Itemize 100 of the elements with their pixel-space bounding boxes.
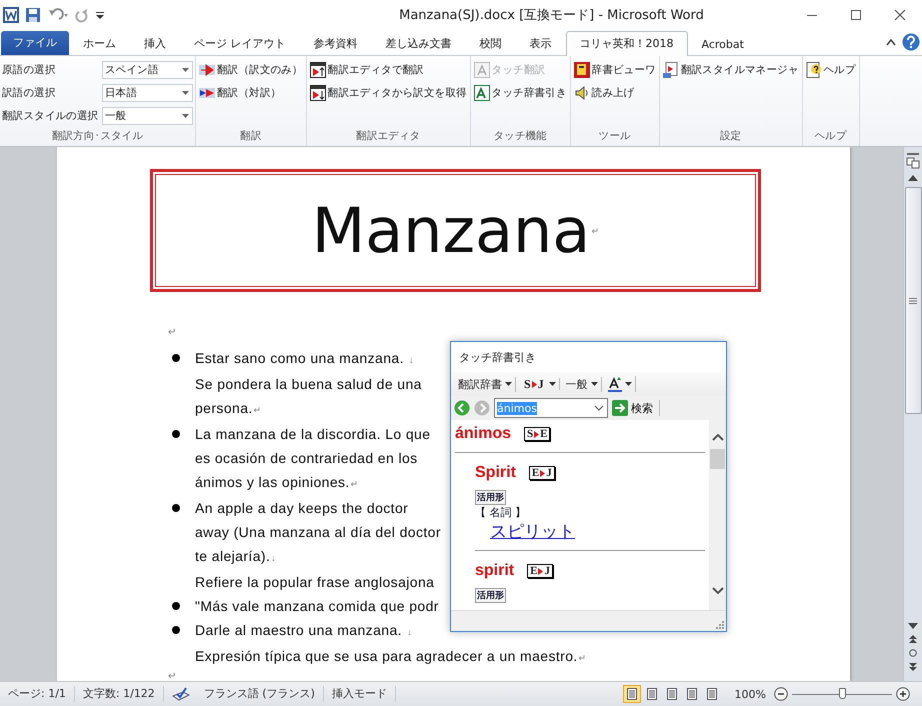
help-icon[interactable] (902, 33, 920, 51)
selector-label: 訳語の選択 (2, 86, 57, 100)
ribbon-tab[interactable]: 挿入 (130, 31, 180, 56)
language-pair-badge: E J (527, 564, 553, 578)
part-of-speech: 【 名詞 】 (475, 505, 527, 520)
dropdown[interactable]: スペイン語 (102, 60, 193, 78)
entry-word: Spirit (475, 464, 516, 482)
ribbon-tab[interactable]: 校閲 (466, 31, 516, 56)
selector-label: 原語の選択 (2, 62, 57, 76)
document-text: Darle al maestro una manzana. ↓ (195, 621, 414, 640)
paragraph-mark: ↵ (168, 326, 177, 340)
ribbon-tab[interactable]: 表示 (516, 31, 566, 56)
split-view-icon[interactable] (906, 153, 920, 169)
previous-page-icon[interactable] (909, 635, 917, 643)
resize-grip-icon[interactable] (715, 620, 724, 629)
zoom-level[interactable]: 100% (734, 688, 766, 700)
inflection-label[interactable]: 活用形 (475, 588, 506, 603)
search-button[interactable]: 検索 (612, 400, 660, 416)
headword: ánimos (455, 425, 512, 443)
document-text: te alejaría).↓ (195, 547, 278, 566)
zoom-slider[interactable] (792, 687, 892, 701)
entry-word: spirit (475, 562, 514, 580)
scroll-down-icon[interactable] (908, 623, 918, 629)
group-label: ヘルプ (814, 129, 848, 144)
font-style-icon (608, 376, 622, 392)
zoom-in-icon[interactable] (896, 687, 910, 701)
document-text: Se pondera la buena salud de una (195, 375, 422, 394)
ribbon-button[interactable]: ヘルプ (804, 59, 857, 80)
dropdown[interactable]: 日本語 (102, 84, 193, 102)
ribbon-tab[interactable]: Acrobat (688, 33, 758, 56)
ribbon-button[interactable]: タッチ辞書引き (472, 82, 568, 103)
maximize-icon[interactable] (850, 9, 862, 21)
next-page-icon[interactable] (909, 663, 917, 671)
triangle-icon (538, 568, 544, 574)
ribbon-tab[interactable]: ホーム (69, 31, 130, 56)
scroll-up-icon[interactable] (712, 434, 724, 441)
window-title: Manzana(SJ).docx [互換モード] - Microsoft Word (398, 7, 705, 24)
word-app-icon (3, 7, 19, 23)
ribbon-tab[interactable]: ページ レイアウト (180, 31, 300, 56)
ribbon-button[interactable]: 翻訳（対訳） (198, 82, 304, 103)
dictionary-menu[interactable]: 翻訳辞書 (455, 376, 516, 392)
close-icon[interactable] (894, 9, 906, 21)
scroll-thumb[interactable] (904, 187, 922, 414)
ribbon-button[interactable]: 読み上げ (572, 82, 657, 103)
text-icon (474, 62, 490, 78)
group-label: 翻訳エディタ (355, 129, 422, 144)
document-text: ánimos y las opiniones.↵ (195, 473, 360, 492)
bullet-icon (172, 430, 180, 438)
scroll-down-icon[interactable] (712, 587, 724, 594)
zoom-out-icon[interactable] (774, 687, 788, 701)
bullet-icon (172, 602, 180, 610)
document-text: "Más vale manzana comida que podr (195, 597, 439, 616)
dropdown-caret-icon (182, 114, 189, 118)
page-count: ページ: 1/1 (0, 686, 75, 702)
help-document-icon (806, 62, 822, 78)
document-title: Manzana (312, 194, 590, 267)
browse-object-icon[interactable] (909, 649, 917, 657)
ribbon-button[interactable]: 辞書ビューワ (572, 59, 657, 80)
dropdown-caret-icon (182, 90, 189, 94)
collapse-ribbon-icon[interactable] (886, 38, 896, 46)
paragraph-mark: ↵ (591, 226, 600, 236)
group-label: 設定 (718, 129, 742, 144)
document-text: Refiere la popular frase anglosajona (195, 573, 436, 592)
proofing-icon[interactable] (172, 687, 190, 701)
direction-menu[interactable]: S J (519, 378, 560, 390)
input-mode[interactable]: 挿入モード (324, 686, 396, 702)
scroll-thumb[interactable] (710, 449, 725, 469)
document-text: La manzana de la discordia. Lo que (195, 425, 430, 444)
word-count: 文字数: 1/122 (74, 686, 164, 702)
dictionary-menu[interactable]: 一般 (562, 376, 602, 392)
bullet-icon (172, 504, 180, 512)
group-label: 翻訳方向･スタイル (50, 129, 144, 144)
bullet-icon (172, 626, 180, 634)
triangle-icon (534, 430, 540, 438)
dropdown-caret-icon (548, 382, 556, 386)
language-pair-badge: S E (524, 427, 550, 441)
popup-title: タッチ辞書引き (451, 342, 726, 372)
save-icon[interactable] (25, 7, 41, 23)
dropdown[interactable]: 一般 (102, 106, 193, 124)
ribbon-button[interactable]: 翻訳スタイルマネージャ (662, 59, 800, 80)
ribbon-tab[interactable]: 差し込み文書 (372, 31, 466, 56)
ribbon-tab[interactable]: コリャ英和！2018 (566, 31, 688, 56)
ribbon-button[interactable]: 翻訳エディタで翻訳 (308, 59, 468, 80)
slider-thumb[interactable] (839, 688, 846, 699)
document-text: Expresión típica que se usa para agradecer a un maestro.↵ (195, 647, 588, 666)
inflection-label[interactable]: 活用形 (475, 490, 506, 505)
ribbon-button[interactable]: 翻訳（訳文のみ） (198, 59, 304, 80)
view-button[interactable] (622, 685, 641, 703)
ribbon-button[interactable]: 翻訳エディタから訳文を取得 (308, 82, 468, 103)
paragraph-mark: ↵ (168, 670, 177, 681)
file-tab[interactable]: ファイル (1, 31, 69, 55)
group-label: タッチ機能 (492, 129, 548, 144)
speaker-icon (574, 84, 590, 100)
undo-icon[interactable] (47, 7, 69, 23)
translation-link[interactable]: スピリット (490, 520, 575, 543)
scroll-up-icon[interactable] (908, 175, 918, 181)
back-icon[interactable] (454, 400, 470, 416)
dropdown-caret-icon (505, 382, 512, 386)
ribbon-tab[interactable]: 参考資料 (300, 31, 372, 56)
language-status[interactable]: フランス語 (フランス) (204, 686, 315, 702)
